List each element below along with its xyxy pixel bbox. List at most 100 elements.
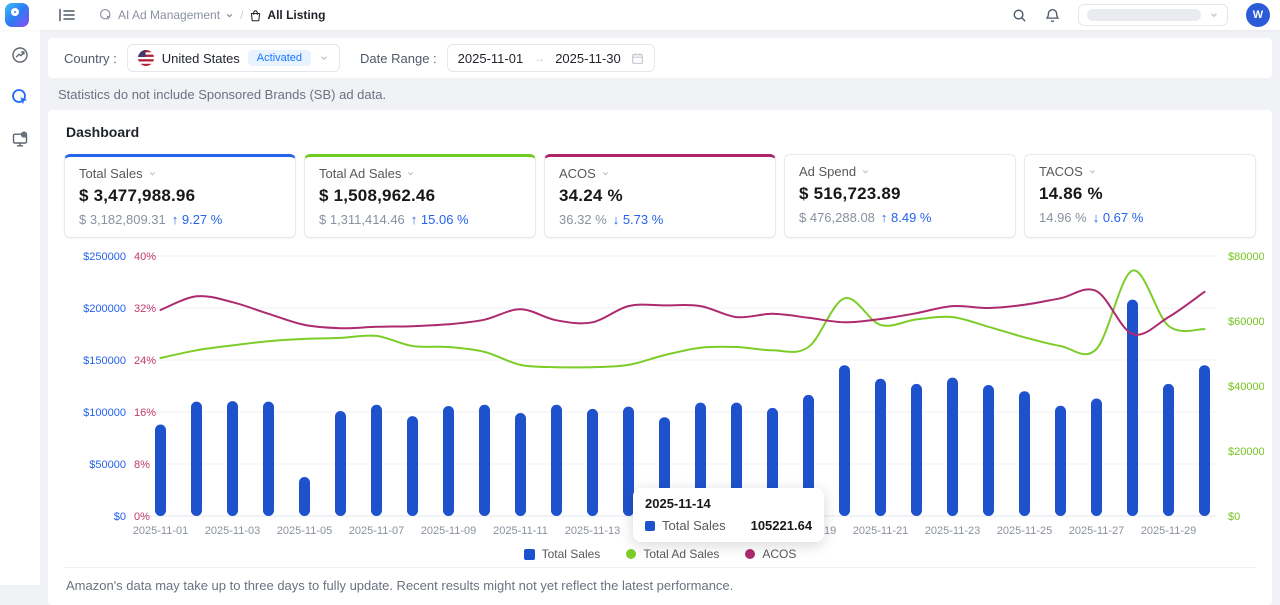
stat-previous-value: 14.96 %: [1039, 210, 1087, 225]
y-axis-right-currency-tick: $80000: [1228, 251, 1264, 263]
bar-2025-11-30[interactable]: [1199, 365, 1210, 516]
x-axis-tick: 2025-11-17: [709, 525, 764, 537]
sidebar-item-monitor-settings[interactable]: [7, 126, 33, 152]
x-axis-tick: 2025-11-03: [205, 525, 260, 537]
legend-marker: [524, 549, 535, 560]
x-axis-tick: 2025-11-23: [925, 525, 980, 537]
breadcrumb-app-menu[interactable]: AI Ad Management: [99, 8, 234, 22]
legend-item-total-ad-sales[interactable]: Total Ad Sales: [626, 547, 719, 561]
bar-2025-11-05[interactable]: [299, 477, 310, 516]
stat-label: TACOS: [1039, 164, 1083, 179]
chevron-down-icon: [1088, 167, 1097, 176]
bar-2025-11-13[interactable]: [587, 409, 598, 516]
bar-2025-11-20[interactable]: [839, 365, 850, 516]
stat-metric-selector-ad-spend[interactable]: Ad Spend: [799, 164, 1001, 179]
bar-2025-11-06[interactable]: [335, 411, 346, 516]
bar-2025-11-22[interactable]: [911, 384, 922, 516]
stat-label: Total Sales: [79, 166, 143, 181]
app-logo[interactable]: [5, 3, 29, 27]
account-selector-dropdown[interactable]: [1078, 4, 1228, 26]
date-range-picker[interactable]: 2025-11-01 → 2025-11-30: [447, 44, 655, 72]
y-axis-left-currency-tick: $0: [114, 511, 126, 523]
stat-value: 34.24 %: [559, 186, 761, 206]
x-axis-tick: 2025-11-25: [997, 525, 1052, 537]
y-axis-right-currency-tick: $60000: [1228, 316, 1264, 328]
bar-2025-11-21[interactable]: [875, 379, 886, 516]
bar-2025-11-09[interactable]: [443, 406, 454, 516]
chevron-down-icon: [406, 169, 415, 178]
bar-2025-11-12[interactable]: [551, 405, 562, 516]
bar-2025-11-02[interactable]: [191, 402, 202, 516]
x-axis-tick: 2025-11-07: [349, 525, 404, 537]
stat-metric-selector-acos[interactable]: ACOS: [559, 166, 761, 181]
data-delay-footnote: Amazon's data may take up to three days …: [64, 567, 1256, 605]
stat-delta: ↓ 0.67 %: [1093, 210, 1144, 225]
stat-card-tacos: TACOS 14.86 % 14.96 % ↓ 0.67 %: [1024, 154, 1256, 238]
date-end-value[interactable]: 2025-11-30: [555, 51, 621, 66]
bar-2025-11-23[interactable]: [947, 378, 958, 516]
stat-value: $ 3,477,988.96: [79, 186, 281, 206]
stat-metric-selector-total-sales[interactable]: Total Sales: [79, 166, 281, 181]
bar-2025-11-26[interactable]: [1055, 406, 1066, 516]
chevron-down-icon: [861, 167, 870, 176]
legend-item-total-sales[interactable]: Total Sales: [524, 547, 601, 561]
stat-value: 14.86 %: [1039, 184, 1241, 204]
stat-delta: ↑ 8.49 %: [881, 210, 932, 225]
bar-2025-11-08[interactable]: [407, 416, 418, 516]
y-axis-left-percent-tick: 16%: [134, 407, 156, 419]
stat-card-total-sales: Total Sales$ 3,477,988.96$ 3,182,809.31↑…: [64, 154, 296, 238]
bar-2025-11-04[interactable]: [263, 402, 274, 516]
legend-item-acos[interactable]: ACOS: [745, 547, 796, 561]
bar-2025-11-11[interactable]: [515, 413, 526, 516]
y-axis-left-percent-tick: 0%: [134, 511, 150, 523]
bar-2025-11-17[interactable]: [731, 403, 742, 516]
bar-2025-11-15[interactable]: [659, 417, 670, 516]
search-icon[interactable]: [1012, 8, 1027, 23]
shopping-bag-icon: [249, 9, 262, 22]
bar-2025-11-10[interactable]: [479, 405, 490, 516]
country-select[interactable]: United States Activated: [127, 44, 340, 72]
stat-label: Total Ad Sales: [319, 166, 401, 181]
sidebar-item-ad-management[interactable]: [7, 84, 33, 110]
bar-2025-11-24[interactable]: [983, 385, 994, 516]
legend-label: Total Ad Sales: [643, 547, 719, 561]
analytics-icon: [11, 46, 29, 64]
bar-2025-11-14[interactable]: [623, 407, 634, 516]
stat-delta: ↑ 15.06 %: [411, 212, 469, 227]
chevron-down-icon: [601, 169, 610, 178]
bar-2025-11-25[interactable]: [1019, 391, 1030, 516]
x-axis-tick: 2025-11-09: [421, 525, 476, 537]
bar-2025-11-19[interactable]: [803, 395, 814, 516]
line-series-acos[interactable]: [161, 289, 1205, 334]
collapse-sidebar-icon[interactable]: [59, 8, 75, 22]
date-start-value[interactable]: 2025-11-01: [458, 51, 524, 66]
y-axis-left-percent-tick: 24%: [134, 355, 156, 367]
line-series-total-ad-sales[interactable]: [161, 270, 1205, 367]
bar-2025-11-29[interactable]: [1163, 384, 1174, 516]
breadcrumb-page-label: All Listing: [267, 8, 325, 22]
breadcrumb-current-page[interactable]: All Listing: [249, 8, 325, 22]
y-axis-left-currency-tick: $100000: [83, 407, 126, 419]
stat-metric-selector-tacos[interactable]: TACOS: [1039, 164, 1241, 179]
bar-2025-11-18[interactable]: [767, 408, 778, 516]
legend-label: ACOS: [762, 547, 796, 561]
bar-2025-11-01[interactable]: [155, 424, 166, 516]
bar-2025-11-27[interactable]: [1091, 398, 1102, 516]
x-axis-tick: 2025-11-21: [853, 525, 908, 537]
bar-2025-11-16[interactable]: [695, 403, 706, 516]
chevron-down-icon: [1209, 10, 1219, 20]
left-sidebar: [0, 30, 40, 585]
notifications-bell-icon[interactable]: [1045, 8, 1060, 23]
stat-previous-value: $ 476,288.08: [799, 210, 875, 225]
stat-delta: ↑ 9.27 %: [172, 212, 223, 227]
sidebar-item-analytics[interactable]: [7, 42, 33, 68]
stat-metric-selector-total-ad-sales[interactable]: Total Ad Sales: [319, 166, 521, 181]
bar-2025-11-07[interactable]: [371, 405, 382, 516]
user-avatar[interactable]: W: [1246, 3, 1270, 27]
x-axis-tick: 2025-11-01: [133, 525, 188, 537]
breadcrumb: AI Ad Management / All Listing: [99, 8, 325, 22]
y-axis-left-currency-tick: $200000: [83, 303, 126, 315]
bar-2025-11-03[interactable]: [227, 401, 238, 516]
us-flag-icon: [138, 50, 154, 66]
combo-chart-canvas[interactable]: $0$50000$100000$150000$200000$2500000%8%…: [64, 244, 1264, 540]
